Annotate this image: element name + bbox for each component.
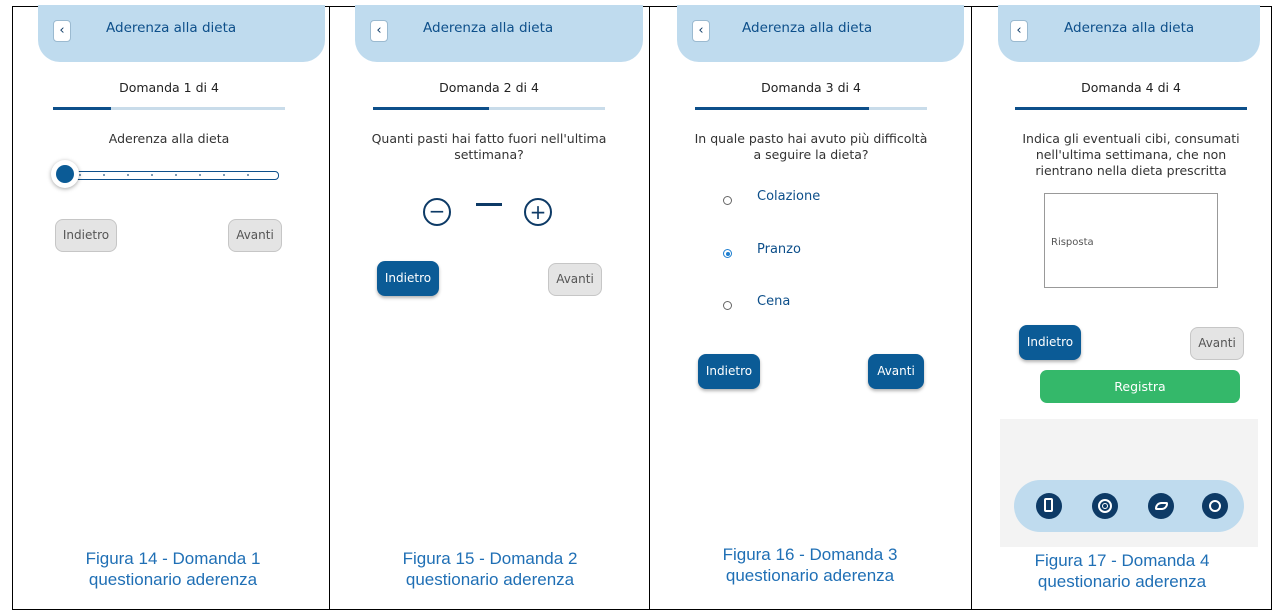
adherence-slider[interactable] [49,159,279,189]
slider-ticks [79,174,269,176]
meal-icon[interactable] [1202,493,1228,519]
decrement-button[interactable]: − [423,198,451,226]
figure-caption: Figura 14 - Domanda 1 questionario adere… [85,549,261,589]
question-text: In quale pasto hai avuto più difficoltà … [694,131,928,162]
next-button[interactable]: Avanti [1190,327,1244,360]
figure-caption: Figura 17 - Domanda 4 questionario adere… [1034,551,1210,591]
app-header: ‹ Aderenza alla dieta [38,5,325,62]
back-button-nav[interactable]: Indietro [1019,325,1081,360]
next-button[interactable]: Avanti [228,219,282,252]
header-title: Aderenza alla dieta [106,20,237,36]
minus-icon: − [428,199,446,223]
app-header: ‹ Aderenza alla dieta [677,5,964,62]
header-title: Aderenza alla dieta [423,20,554,36]
next-button[interactable]: Avanti [548,263,602,296]
increment-button[interactable]: + [524,198,552,226]
answer-textarea[interactable]: Risposta [1044,193,1218,288]
diary-icon[interactable] [1036,493,1062,519]
radio-button[interactable] [723,196,732,205]
next-button[interactable]: Avanti [868,354,924,389]
option-label: Colazione [757,189,821,204]
question-text: Aderenza alla dieta [108,131,230,146]
count-value [476,203,502,206]
back-button-nav[interactable]: Indietro [377,261,439,296]
question-counter: Domanda 1 di 4 [119,80,219,95]
option-label: Cena [757,294,791,309]
panel-question-1: ‹ Aderenza alla dieta Domanda 1 di 4 Ade… [12,5,330,610]
progress-fill [373,107,489,110]
panel-question-4: ‹ Aderenza alla dieta Domanda 4 di 4 Ind… [972,5,1272,610]
header-title: Aderenza alla dieta [742,20,873,36]
header-title: Aderenza alla dieta [1064,20,1195,36]
question-text: Quanti pasti hai fatto fuori nell'ultima… [371,131,607,162]
app-header: ‹ Aderenza alla dieta [355,5,643,62]
radio-button-selected[interactable] [723,249,732,258]
option-label: Pranzo [757,242,801,257]
plus-icon: + [529,200,547,224]
panel-question-2: ‹ Aderenza alla dieta Domanda 2 di 4 Qua… [330,5,650,610]
chevron-left-icon: ‹ [376,23,382,38]
submit-button[interactable]: Registra [1040,370,1240,403]
radio-button[interactable] [723,301,732,310]
progress-fill [695,107,869,110]
fingerprint-icon[interactable] [1092,493,1118,519]
figure-caption: Figura 15 - Domanda 2 questionario adere… [402,549,578,589]
question-counter: Domanda 3 di 4 [761,80,861,95]
back-button-nav[interactable]: Indietro [55,219,117,252]
back-button[interactable]: ‹ [692,20,710,42]
question-text: Indica gli eventuali cibi, consumati nel… [1022,131,1240,178]
figure-caption: Figura 16 - Domanda 3 questionario adere… [722,545,898,585]
chevron-left-icon: ‹ [1016,23,1022,38]
chevron-left-icon: ‹ [698,23,704,38]
running-icon[interactable] [1148,493,1174,519]
question-counter: Domanda 4 di 4 [1081,80,1181,95]
back-button[interactable]: ‹ [370,20,388,42]
progress-fill [1015,107,1247,110]
back-button-nav[interactable]: Indietro [698,354,760,389]
bottom-navigation [1014,480,1244,532]
app-header: ‹ Aderenza alla dieta [998,5,1260,62]
panel-question-3: ‹ Aderenza alla dieta Domanda 3 di 4 In … [650,5,972,610]
question-counter: Domanda 2 di 4 [439,80,539,95]
back-button[interactable]: ‹ [1010,20,1028,42]
progress-fill [53,107,111,110]
back-button[interactable]: ‹ [53,20,71,42]
chevron-left-icon: ‹ [59,23,65,38]
slider-thumb[interactable] [51,160,79,188]
answer-placeholder: Risposta [1051,237,1094,248]
